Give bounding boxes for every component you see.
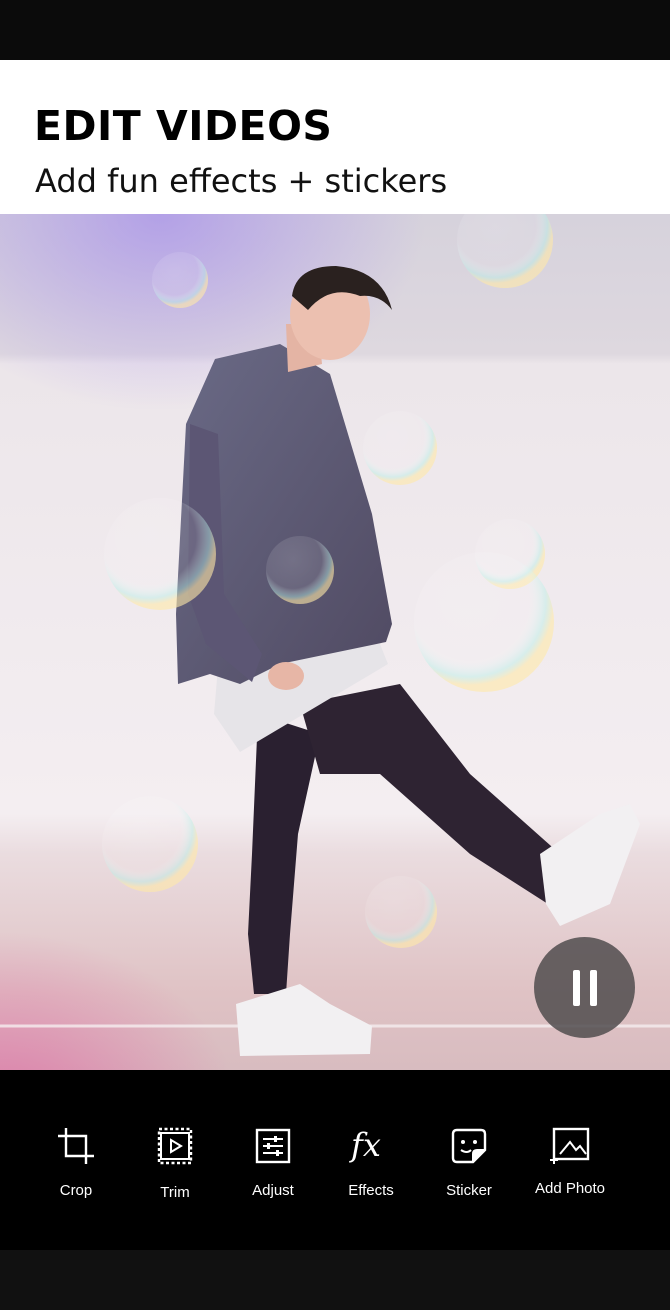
adjust-icon — [251, 1124, 295, 1168]
editor-toolbar: Crop Trim Adjust fx Effects Sticker Add … — [0, 1070, 670, 1250]
promo-header: EDIT VIDEOS Add fun effects + stickers — [0, 60, 670, 214]
pause-button[interactable] — [534, 937, 635, 1038]
pause-icon — [572, 969, 597, 1006]
tool-effects[interactable]: fx Effects — [322, 1124, 420, 1204]
navigation-bar — [0, 1250, 670, 1310]
crop-icon — [54, 1124, 98, 1168]
tool-trim-label: Trim — [160, 1184, 190, 1201]
effects-fx-icon: fx — [349, 1124, 393, 1168]
trim-icon — [153, 1124, 197, 1168]
tool-adjust-label: Adjust — [252, 1182, 294, 1199]
tool-crop[interactable]: Crop — [27, 1124, 125, 1204]
tool-trim[interactable]: Trim — [126, 1124, 224, 1204]
tool-adjust[interactable]: Adjust — [224, 1124, 322, 1204]
tool-sticker[interactable]: Sticker — [420, 1124, 518, 1204]
video-preview[interactable] — [0, 214, 670, 1070]
tool-add-photo[interactable]: Add Photo — [521, 1124, 619, 1204]
page-title: EDIT VIDEOS — [34, 102, 333, 150]
page-subtitle: Add fun effects + stickers — [35, 162, 448, 200]
tool-sticker-label: Sticker — [446, 1182, 492, 1199]
sticker-icon — [447, 1124, 491, 1168]
tool-crop-label: Crop — [59, 1182, 93, 1199]
tool-effects-label: Effects — [348, 1182, 394, 1199]
add-photo-icon — [548, 1124, 592, 1168]
svg-text:fx: fx — [349, 1126, 381, 1164]
tool-add-photo-label: Add Photo — [534, 1180, 606, 1197]
status-bar — [0, 0, 670, 60]
